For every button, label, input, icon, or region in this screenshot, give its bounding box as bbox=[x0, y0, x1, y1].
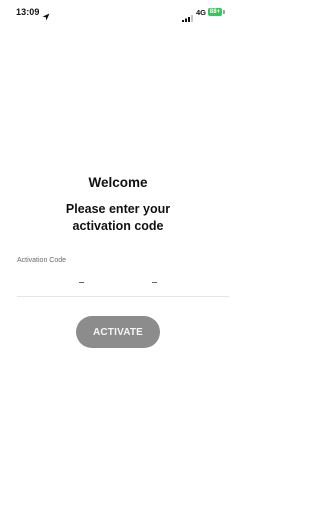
cellular-signal-icon bbox=[182, 9, 193, 22]
welcome-title: Welcome bbox=[88, 175, 148, 190]
activation-prompt: Please enter your activation code bbox=[65, 202, 171, 233]
code-separator-dash bbox=[152, 282, 157, 283]
status-bar: 13:09 4G 88+ bbox=[0, 0, 236, 26]
battery-icon: 88+ bbox=[208, 8, 222, 16]
status-time: 13:09 bbox=[16, 7, 40, 17]
code-separator-dash bbox=[79, 282, 84, 283]
location-arrow-icon bbox=[42, 8, 50, 21]
activation-code-input[interactable] bbox=[17, 296, 229, 297]
network-type: 4G bbox=[196, 8, 207, 17]
activate-button[interactable]: ACTIVATE bbox=[76, 316, 160, 348]
activation-code-label: Activation Code bbox=[17, 257, 67, 264]
battery-cap bbox=[223, 10, 225, 14]
